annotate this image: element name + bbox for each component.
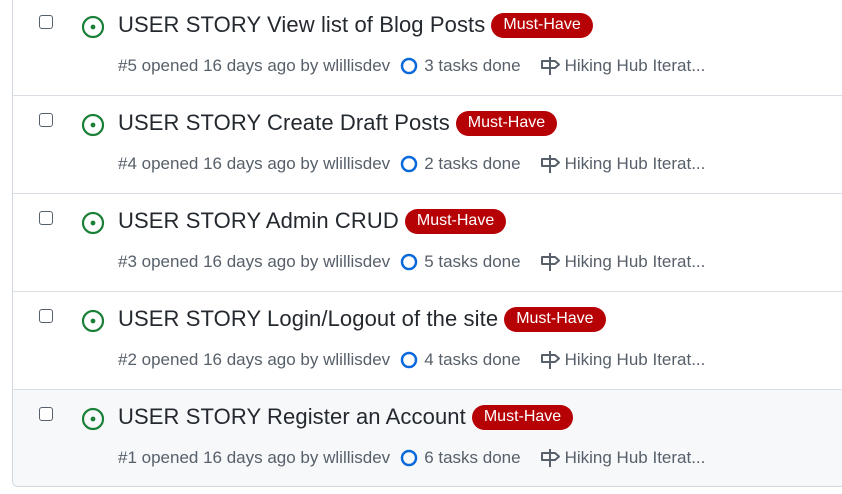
issue-title-link[interactable]: USER STORY Login/Logout of the site [118, 306, 498, 332]
milestone-text: Hiking Hub Iterat... [564, 350, 706, 369]
issue-opened-icon [81, 211, 105, 235]
issue-title-link[interactable]: USER STORY Admin CRUD [118, 208, 399, 234]
milestone-icon [540, 253, 560, 271]
tasks-progress-icon [400, 155, 418, 173]
issue-meta: #4 opened 16 days ago by wlillisdev 2 ta… [118, 154, 705, 174]
issue-checkbox[interactable] [39, 309, 53, 323]
tasks-progress-icon [400, 57, 418, 75]
milestone-text: Hiking Hub Iterat... [564, 56, 706, 75]
label-badge[interactable]: Must-Have [491, 12, 593, 38]
milestone-link[interactable]: Hiking Hub Iterat... [539, 252, 706, 272]
issue-row: USER STORY View list of Blog Posts Must-… [13, 0, 842, 96]
issue-row: USER STORY Register an Account Must-Have… [13, 390, 842, 486]
milestone-link[interactable]: Hiking Hub Iterat... [539, 350, 706, 370]
issue-opened-text: #2 opened 16 days ago by wlillisdev [118, 350, 391, 369]
issue-opened-text: #4 opened 16 days ago by wlillisdev [118, 154, 391, 173]
tasks-progress[interactable]: 6 tasks done [400, 448, 521, 468]
tasks-progress-icon [400, 449, 418, 467]
issue-opened-text: #5 opened 16 days ago by wlillisdev [118, 56, 391, 75]
tasks-done-text: 4 tasks done [424, 350, 521, 369]
issue-opened-text: #3 opened 16 days ago by wlillisdev [118, 252, 391, 271]
issue-title-link[interactable]: USER STORY View list of Blog Posts [118, 12, 485, 38]
issue-opened-icon [81, 113, 105, 137]
milestone-text: Hiking Hub Iterat... [564, 448, 706, 467]
issue-checkbox[interactable] [39, 407, 53, 421]
milestone-icon [540, 449, 560, 467]
issue-meta: #2 opened 16 days ago by wlillisdev 4 ta… [118, 350, 705, 370]
issue-meta: #5 opened 16 days ago by wlillisdev 3 ta… [118, 56, 705, 76]
milestone-text: Hiking Hub Iterat... [564, 154, 706, 173]
tasks-done-text: 3 tasks done [424, 56, 521, 75]
label-badge[interactable]: Must-Have [455, 110, 558, 136]
issue-title-line: USER STORY Register an Account Must-Have [118, 404, 574, 430]
tasks-progress[interactable]: 2 tasks done [400, 154, 521, 174]
milestone-link[interactable]: Hiking Hub Iterat... [539, 56, 706, 76]
tasks-progress-icon [400, 351, 418, 369]
milestone-link[interactable]: Hiking Hub Iterat... [539, 448, 706, 468]
tasks-done-text: 5 tasks done [424, 252, 521, 271]
tasks-progress[interactable]: 4 tasks done [400, 350, 521, 370]
issue-checkbox[interactable] [39, 211, 53, 225]
issue-row: USER STORY Admin CRUD Must-Have #3 opene… [13, 194, 842, 292]
issue-list: USER STORY View list of Blog Posts Must-… [12, 0, 842, 487]
milestone-icon [540, 351, 560, 369]
label-badge[interactable]: Must-Have [471, 404, 574, 430]
issue-checkbox[interactable] [39, 15, 53, 29]
tasks-done-text: 2 tasks done [424, 154, 521, 173]
tasks-progress-icon [400, 253, 418, 271]
issue-meta: #3 opened 16 days ago by wlillisdev 5 ta… [118, 252, 705, 272]
milestone-icon [540, 57, 560, 75]
tasks-done-text: 6 tasks done [424, 448, 521, 467]
issue-title-link[interactable]: USER STORY Register an Account [118, 404, 466, 430]
milestone-text: Hiking Hub Iterat... [564, 252, 706, 271]
issue-opened-icon [81, 309, 105, 333]
tasks-progress[interactable]: 3 tasks done [400, 56, 521, 76]
tasks-progress[interactable]: 5 tasks done [400, 252, 521, 272]
label-badge[interactable]: Must-Have [504, 306, 606, 332]
issue-title-link[interactable]: USER STORY Create Draft Posts [118, 110, 450, 136]
issue-opened-icon [81, 407, 105, 431]
milestone-icon [540, 155, 560, 173]
milestone-link[interactable]: Hiking Hub Iterat... [539, 154, 706, 174]
issue-title-line: USER STORY Create Draft Posts Must-Have [118, 110, 558, 136]
issue-row: USER STORY Login/Logout of the site Must… [13, 292, 842, 390]
issue-row: USER STORY Create Draft Posts Must-Have … [13, 96, 842, 194]
issue-title-line: USER STORY Admin CRUD Must-Have [118, 208, 507, 234]
issue-opened-text: #1 opened 16 days ago by wlillisdev [118, 448, 391, 467]
label-badge[interactable]: Must-Have [404, 208, 507, 234]
issue-opened-icon [81, 15, 105, 39]
issue-checkbox[interactable] [39, 113, 53, 127]
issue-title-line: USER STORY View list of Blog Posts Must-… [118, 12, 593, 38]
issue-title-line: USER STORY Login/Logout of the site Must… [118, 306, 606, 332]
issue-meta: #1 opened 16 days ago by wlillisdev 6 ta… [118, 448, 705, 468]
